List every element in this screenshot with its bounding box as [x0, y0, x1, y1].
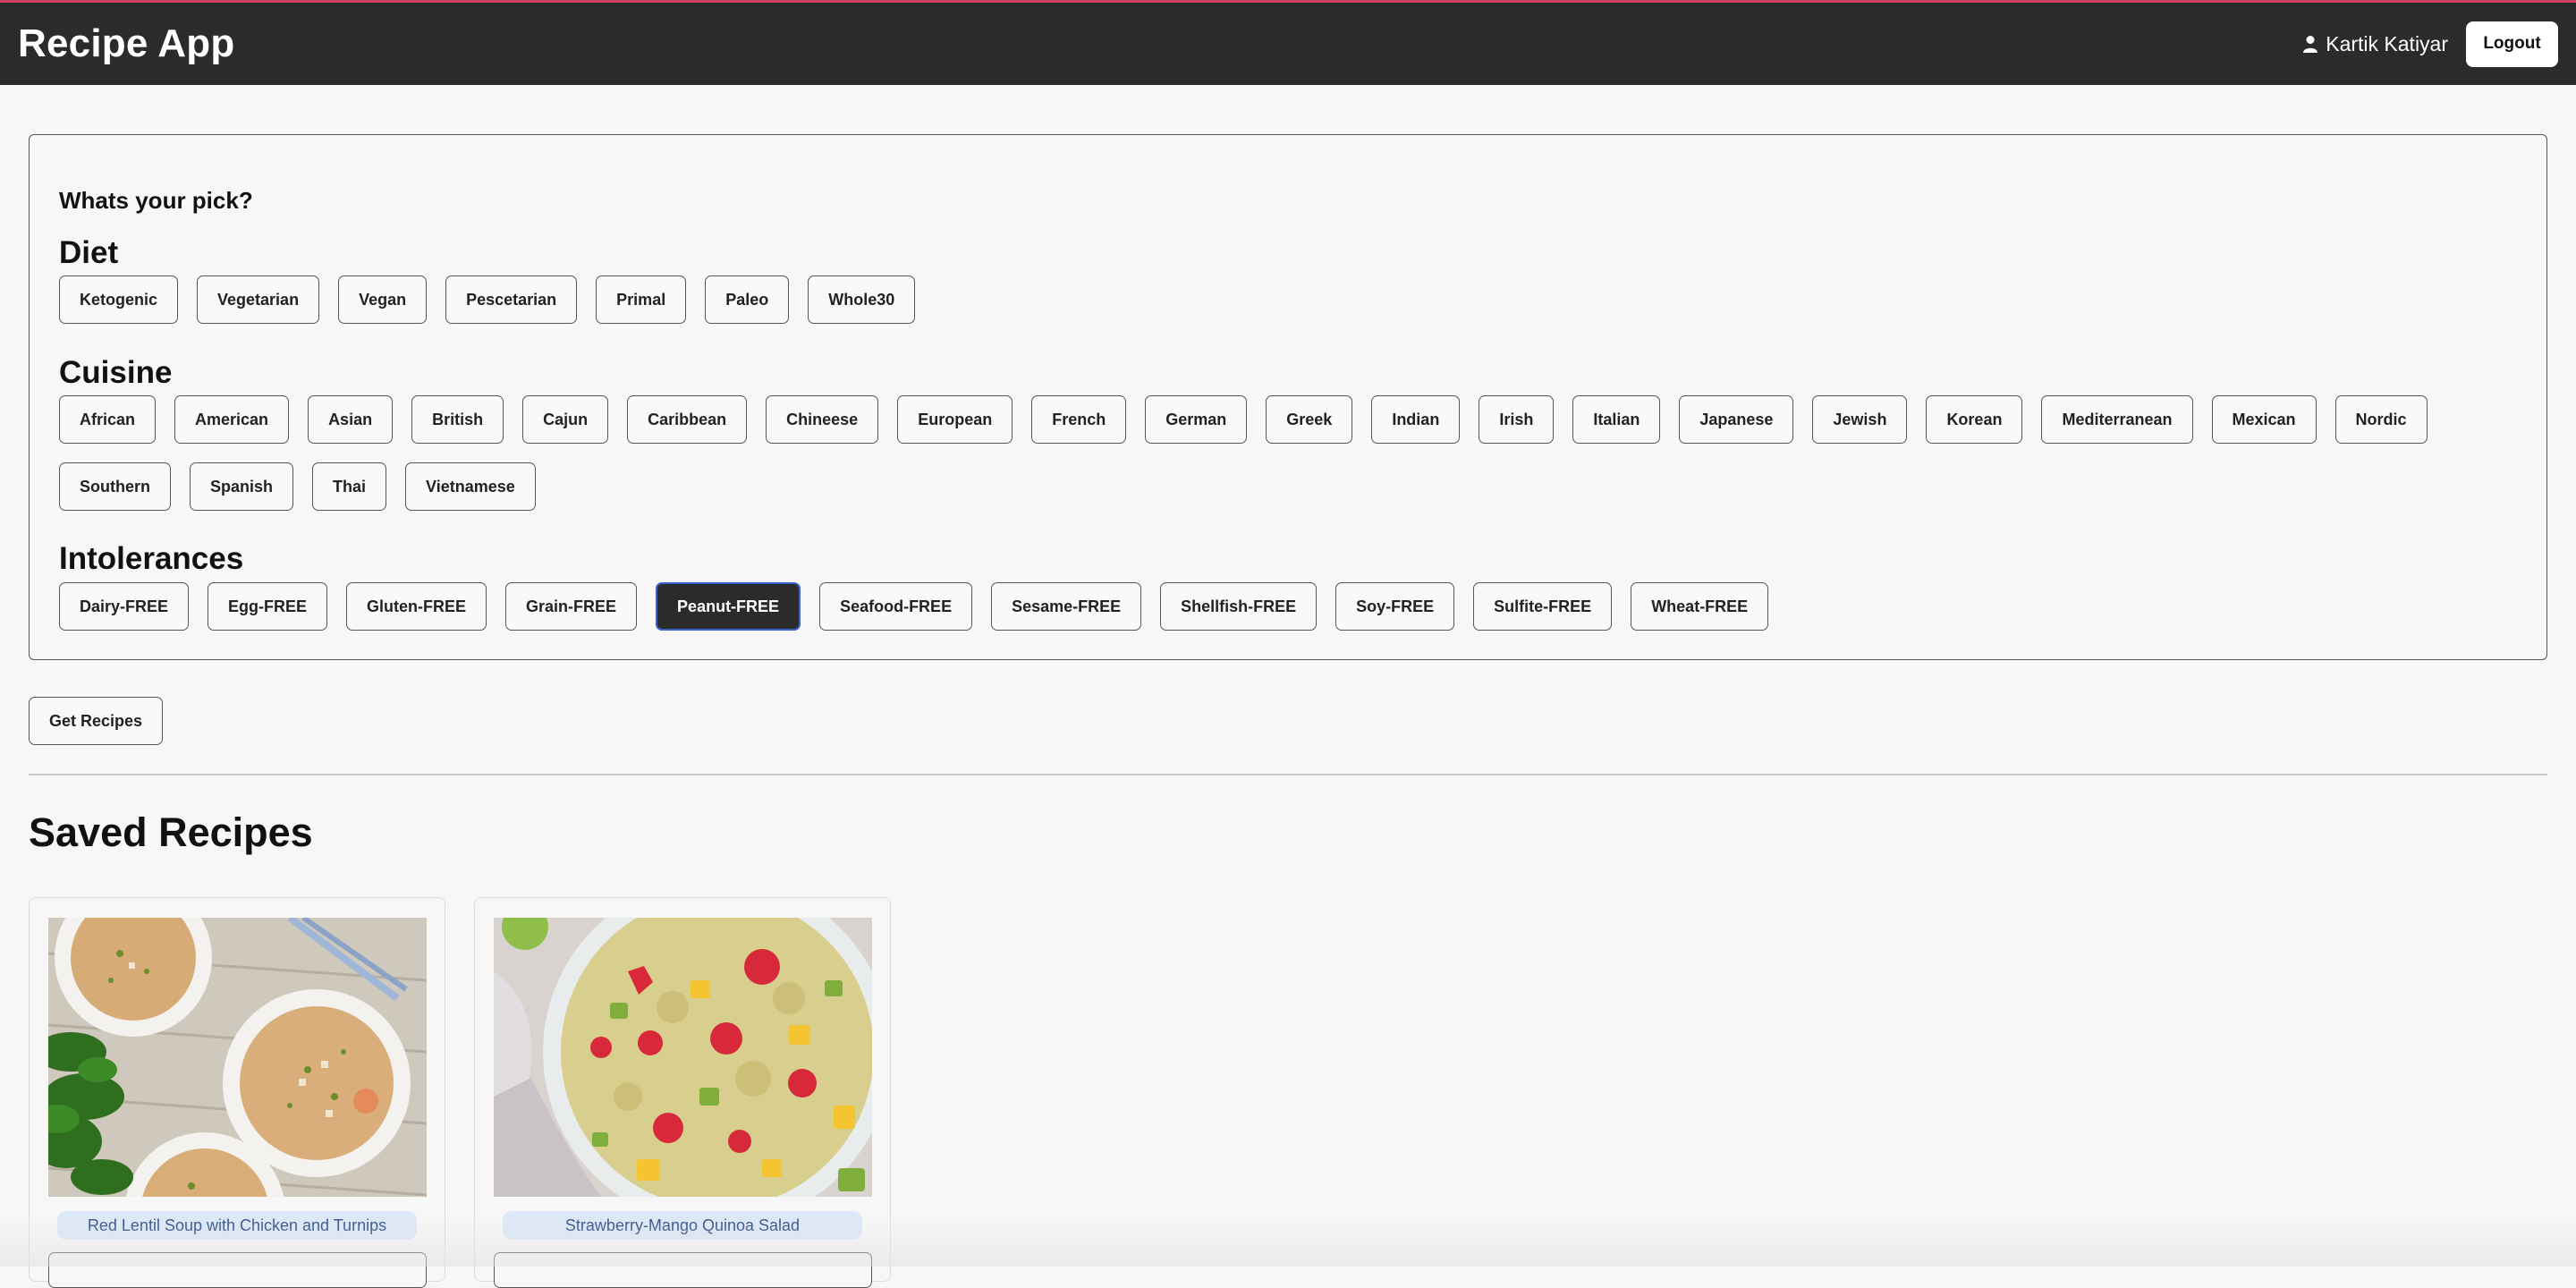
recipe-action-button[interactable]	[48, 1252, 427, 1288]
diet-chip-ketogenic[interactable]: Ketogenic	[59, 275, 179, 324]
diet-chip-vegan[interactable]: Vegan	[338, 275, 428, 324]
recipe-name[interactable]: Strawberry-Mango Quinoa Salad	[503, 1211, 862, 1240]
cuisine-options-row-1: African American Asian British Cajun Car…	[59, 395, 2428, 444]
cuisine-chip-italian[interactable]: Italian	[1572, 395, 1661, 444]
saved-recipes-heading: Saved Recipes	[29, 809, 313, 855]
diet-chip-paleo[interactable]: Paleo	[705, 275, 790, 324]
recipe-name[interactable]: Red Lentil Soup with Chicken and Turnips	[57, 1211, 417, 1240]
user-name: Kartik Katiyar	[2326, 31, 2448, 55]
intolerance-chip-dairy-free[interactable]: Dairy-FREE	[59, 582, 190, 631]
intolerance-chip-seafood-free[interactable]: Seafood-FREE	[819, 582, 973, 631]
cuisine-chip-thai[interactable]: Thai	[312, 462, 387, 511]
user-icon	[2303, 36, 2318, 53]
cuisine-chip-southern[interactable]: Southern	[59, 462, 171, 511]
cuisine-chip-jewish[interactable]: Jewish	[1812, 395, 1908, 444]
cuisine-chip-japanese[interactable]: Japanese	[1679, 395, 1794, 444]
cuisine-chip-chineese[interactable]: Chineese	[766, 395, 879, 444]
cuisine-chip-korean[interactable]: Korean	[1926, 395, 2023, 444]
cuisine-options-row-2: Southern Spanish Thai Vietnamese	[59, 462, 536, 511]
intolerance-chip-gluten-free[interactable]: Gluten-FREE	[346, 582, 487, 631]
cuisine-chip-mediterranean[interactable]: Mediterranean	[2041, 395, 2193, 444]
cuisine-chip-mexican[interactable]: Mexican	[2211, 395, 2317, 444]
cuisine-chip-french[interactable]: French	[1031, 395, 1127, 444]
user-area: Kartik Katiyar Logout	[2302, 21, 2558, 67]
intolerances-options: Dairy-FREE Egg-FREE Gluten-FREE Grain-FR…	[59, 582, 1769, 631]
intolerance-chip-sesame-free[interactable]: Sesame-FREE	[991, 582, 1142, 631]
cuisine-chip-indian[interactable]: Indian	[1371, 395, 1461, 444]
cuisine-chip-cajun[interactable]: Cajun	[522, 395, 609, 444]
intolerance-chip-peanut-free[interactable]: Peanut-FREE	[656, 582, 801, 631]
cuisine-chip-spanish[interactable]: Spanish	[190, 462, 294, 511]
diet-options: Ketogenic Vegetarian Vegan Pescetarian P…	[59, 275, 916, 324]
diet-chip-pescetarian[interactable]: Pescetarian	[445, 275, 578, 324]
app-title: Recipe App	[18, 21, 235, 65]
intolerance-chip-wheat-free[interactable]: Wheat-FREE	[1631, 582, 1769, 631]
diet-chip-vegetarian[interactable]: Vegetarian	[197, 275, 320, 324]
cuisine-chip-vietnamese[interactable]: Vietnamese	[405, 462, 536, 511]
cuisine-heading: Cuisine	[59, 355, 173, 390]
diet-chip-whole30[interactable]: Whole30	[808, 275, 916, 324]
recipe-card[interactable]: Strawberry-Mango Quinoa Salad	[474, 897, 891, 1288]
intolerance-chip-shellfish-free[interactable]: Shellfish-FREE	[1160, 582, 1318, 631]
intolerance-chip-egg-free[interactable]: Egg-FREE	[208, 582, 328, 631]
filter-panel: Whats your pick? Diet Ketogenic Vegetari…	[29, 134, 2547, 660]
cuisine-chip-african[interactable]: African	[59, 395, 157, 444]
get-recipes-button[interactable]: Get Recipes	[29, 697, 164, 745]
cuisine-chip-caribbean[interactable]: Caribbean	[627, 395, 748, 444]
cuisine-chip-irish[interactable]: Irish	[1479, 395, 1555, 444]
recipe-action-button[interactable]	[494, 1252, 872, 1288]
intolerance-chip-sulfite-free[interactable]: Sulfite-FREE	[1473, 582, 1613, 631]
intolerance-chip-grain-free[interactable]: Grain-FREE	[505, 582, 638, 631]
intolerance-chip-soy-free[interactable]: Soy-FREE	[1335, 582, 1455, 631]
top-navbar: Recipe App Kartik Katiyar Logout	[0, 0, 2576, 85]
cuisine-chip-german[interactable]: German	[1145, 395, 1248, 444]
cuisine-chip-asian[interactable]: Asian	[308, 395, 394, 444]
intolerances-heading: Intolerances	[59, 541, 244, 576]
recipe-image-red-lentil-soup[interactable]	[48, 918, 427, 1197]
filter-prompt: Whats your pick?	[59, 187, 253, 214]
user-profile[interactable]: Kartik Katiyar	[2302, 32, 2448, 56]
cuisine-chip-nordic[interactable]: Nordic	[2334, 395, 2428, 444]
section-divider	[29, 774, 2547, 775]
cuisine-chip-greek[interactable]: Greek	[1266, 395, 1353, 444]
logout-button[interactable]: Logout	[2466, 21, 2558, 67]
diet-heading: Diet	[59, 235, 119, 270]
cuisine-chip-american[interactable]: American	[174, 395, 290, 444]
diet-chip-primal[interactable]: Primal	[596, 275, 687, 324]
cuisine-chip-european[interactable]: European	[897, 395, 1013, 444]
recipe-image-strawberry-mango-quinoa-salad[interactable]	[494, 918, 872, 1197]
recipe-card[interactable]: Red Lentil Soup with Chicken and Turnips	[29, 897, 445, 1288]
cuisine-chip-british[interactable]: British	[411, 395, 504, 444]
